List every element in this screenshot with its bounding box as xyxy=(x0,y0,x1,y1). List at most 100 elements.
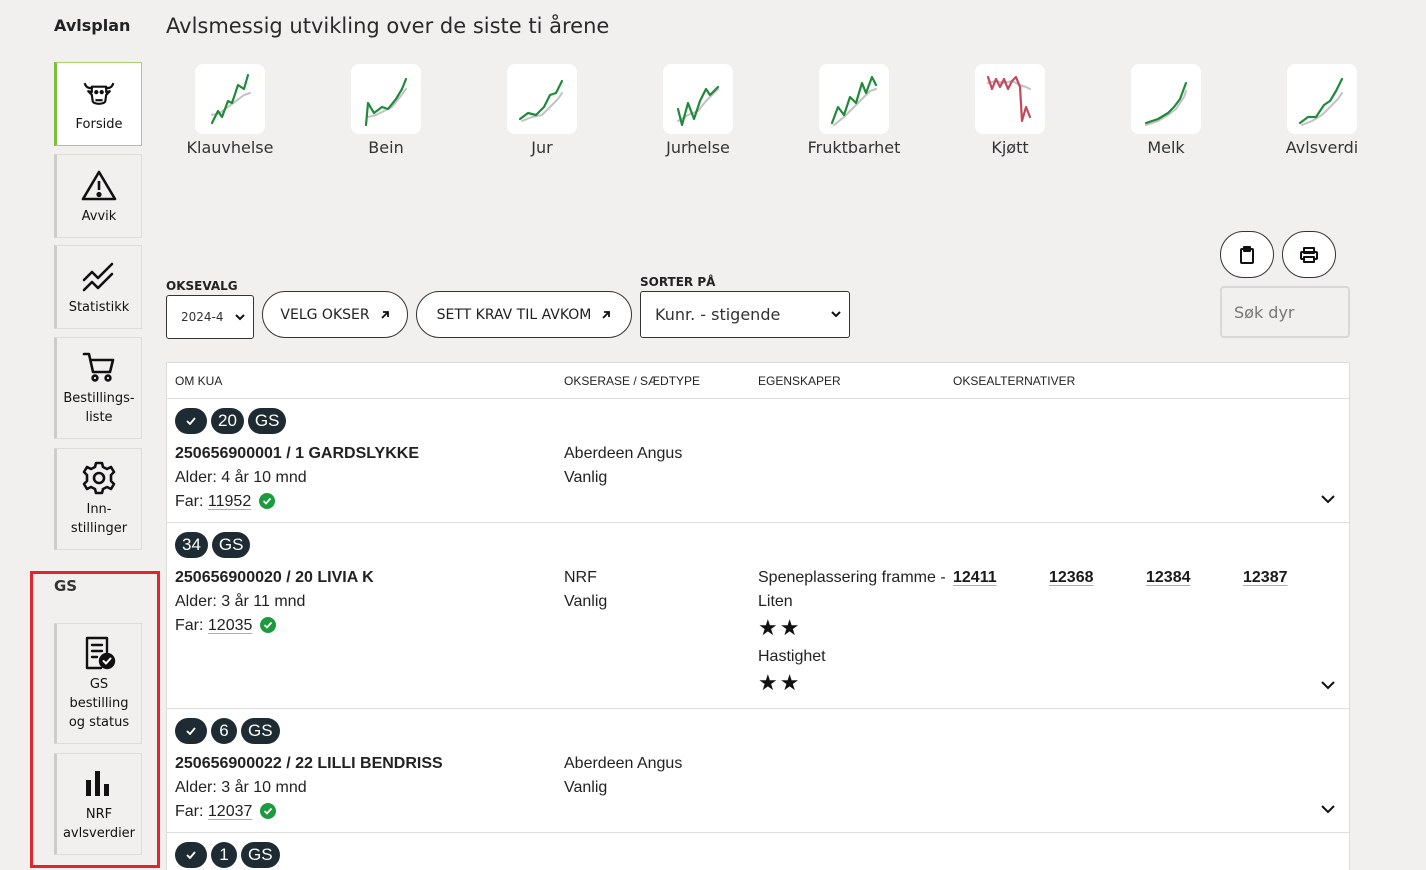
cow-id[interactable]: 250656900001 / 1 GARDSLYKKE xyxy=(175,445,419,463)
column-header-okserase: OKSERASE / SÆDTYPE xyxy=(564,374,701,388)
column-header-egenskaper: EGENSKAPER xyxy=(758,374,841,388)
check-icon xyxy=(186,727,196,735)
trend-label: Fruktbarhet xyxy=(807,138,901,157)
check-circle-icon xyxy=(259,803,276,819)
sidebar-item-label-2: bestilling xyxy=(69,696,129,711)
far-label: Far: xyxy=(175,803,204,820)
sort-value: Kunr. - stigende xyxy=(655,305,781,324)
velg-okser-button[interactable]: VELG OKSER xyxy=(262,291,408,338)
sett-krav-label: SETT KRAV TIL AVKOM xyxy=(436,306,592,323)
trend-item-fruktbarhet[interactable]: Fruktbarhet xyxy=(784,64,924,157)
trait-value: Liten xyxy=(758,593,793,610)
seed-type: Vanlig xyxy=(564,779,608,796)
sidebar-item-statistikk[interactable]: Statistikk xyxy=(54,245,142,329)
chevron-down-icon[interactable] xyxy=(1321,681,1335,690)
sidebar-title: Avlsplan xyxy=(54,16,131,35)
trend-item-kjøtt[interactable]: Kjøtt xyxy=(940,64,1080,157)
arrow-up-right-icon xyxy=(602,310,611,319)
sidebar-item-label: Statistikk xyxy=(68,299,130,315)
trend-item-bein[interactable]: Bein xyxy=(316,64,456,157)
cow-age: Alder: 3 år 11 mnd xyxy=(175,593,306,610)
number-badge: 1 xyxy=(211,842,237,868)
sort-select[interactable]: Kunr. - stigende xyxy=(640,291,850,338)
sidebar-item-innstillinger[interactable]: Inn- stillinger xyxy=(54,448,142,550)
trend-item-jurhelse[interactable]: Jurhelse xyxy=(628,64,768,157)
sparkline-chart-icon xyxy=(195,64,265,134)
oksevalg-label: OKSEVALG xyxy=(166,279,238,293)
trend-item-klauvhelse[interactable]: Klauvhelse xyxy=(160,64,300,157)
document-check-icon xyxy=(81,635,117,671)
far-link[interactable]: 12037 xyxy=(208,803,253,820)
cow-icon xyxy=(81,75,117,111)
check-circle-icon xyxy=(259,617,276,633)
trait-stars: ★★ xyxy=(758,670,802,695)
arrow-up-right-icon xyxy=(380,310,389,319)
clipboard-button[interactable] xyxy=(1220,231,1274,278)
sett-krav-button[interactable]: SETT KRAV TIL AVKOM xyxy=(416,291,632,338)
race: Aberdeen Angus xyxy=(564,445,683,462)
bull-alternative-link[interactable]: 12384 xyxy=(1146,569,1191,587)
trend-label: Jur xyxy=(531,138,553,157)
sidebar-item-bestillingsliste[interactable]: Bestillings- liste xyxy=(54,337,142,439)
trend-label: Klauvhelse xyxy=(186,138,274,157)
sidebar-item-nrf-avlsverdier[interactable]: NRF avlsverdier xyxy=(54,753,142,855)
table-row[interactable]: 1 GS xyxy=(167,832,1349,870)
race: NRF xyxy=(564,569,597,586)
cart-icon xyxy=(81,349,117,385)
sparkline-chart-icon xyxy=(819,64,889,134)
sparkline-chart-icon xyxy=(351,64,421,134)
sidebar-item-gs-bestilling[interactable]: GS bestilling og status xyxy=(54,623,142,744)
sidebar-item-label-1: Bestillings- xyxy=(63,391,135,406)
number-badge: 20 xyxy=(211,408,244,434)
trend-item-melk[interactable]: Melk xyxy=(1096,64,1236,157)
far-link[interactable]: 12035 xyxy=(208,617,253,634)
sidebar-item-avvik[interactable]: Avvik xyxy=(54,154,142,238)
gs-badge: GS xyxy=(241,718,280,744)
trait-name: Hastighet xyxy=(758,648,826,665)
trend-item-avlsverdi[interactable]: Avlsverdi xyxy=(1252,64,1392,157)
cow-far: Far: 12037 xyxy=(175,803,276,821)
velg-okser-label: VELG OKSER xyxy=(280,306,370,323)
bull-alternative-link[interactable]: 12387 xyxy=(1243,569,1288,587)
warning-icon xyxy=(81,167,117,203)
number-badge: 34 xyxy=(175,532,208,558)
trend-item-jur[interactable]: Jur xyxy=(472,64,612,157)
sidebar-item-label-2: avlsverdier xyxy=(62,826,136,841)
sparkline-chart-icon xyxy=(507,64,577,134)
sidebar-item-label-3: og status xyxy=(68,715,130,730)
bull-alternative-link[interactable]: 12411 xyxy=(953,569,997,587)
cow-id[interactable]: 250656900022 / 22 LILLI BENDRISS xyxy=(175,755,443,773)
column-header-oksealternativer: OKSEALTERNATIVER xyxy=(953,374,1076,388)
trend-label: Melk xyxy=(1147,138,1185,157)
trait-stars: ★★ xyxy=(758,615,802,640)
bull-alternative-link[interactable]: 12368 xyxy=(1049,569,1094,587)
far-label: Far: xyxy=(175,617,204,634)
check-badge xyxy=(175,408,207,434)
far-link[interactable]: 11952 xyxy=(208,493,251,510)
chevron-down-icon[interactable] xyxy=(1321,495,1335,504)
trend-chart-icon xyxy=(81,258,117,294)
sidebar-item-label-2: liste xyxy=(85,410,113,425)
oksevalg-value: 2024-4 xyxy=(181,310,224,324)
search-input[interactable] xyxy=(1220,286,1350,338)
cow-age: Alder: 3 år 10 mnd xyxy=(175,779,307,796)
sidebar-item-label: Forside xyxy=(75,116,123,132)
chevron-down-icon xyxy=(831,311,841,318)
chevron-down-icon[interactable] xyxy=(1321,805,1335,814)
sidebar-item-label-1: Inn- xyxy=(86,502,112,517)
oksevalg-select[interactable]: 2024-4 xyxy=(166,295,254,339)
cow-id[interactable]: 250656900020 / 20 LIVIA K xyxy=(175,569,374,587)
table-row[interactable]: 6 GS 250656900022 / 22 LILLI BENDRISS Al… xyxy=(167,708,1349,832)
table-row[interactable]: 20 GS 250656900001 / 1 GARDSLYKKE Alder:… xyxy=(167,398,1349,522)
trend-label: Kjøtt xyxy=(991,138,1029,157)
race: Aberdeen Angus xyxy=(564,755,683,772)
sparkline-chart-icon xyxy=(975,64,1045,134)
sidebar-item-forside[interactable]: Forside xyxy=(54,62,142,146)
print-button[interactable] xyxy=(1282,231,1336,278)
trait-name: Speneplassering framme - xyxy=(758,569,946,586)
table-row[interactable]: 34 GS 250656900020 / 20 LIVIA K Alder: 3… xyxy=(167,522,1349,708)
trend-label: Jurhelse xyxy=(666,138,730,157)
check-badge xyxy=(175,842,207,868)
number-badge: 6 xyxy=(211,718,237,744)
clipboard-icon xyxy=(1240,245,1254,264)
